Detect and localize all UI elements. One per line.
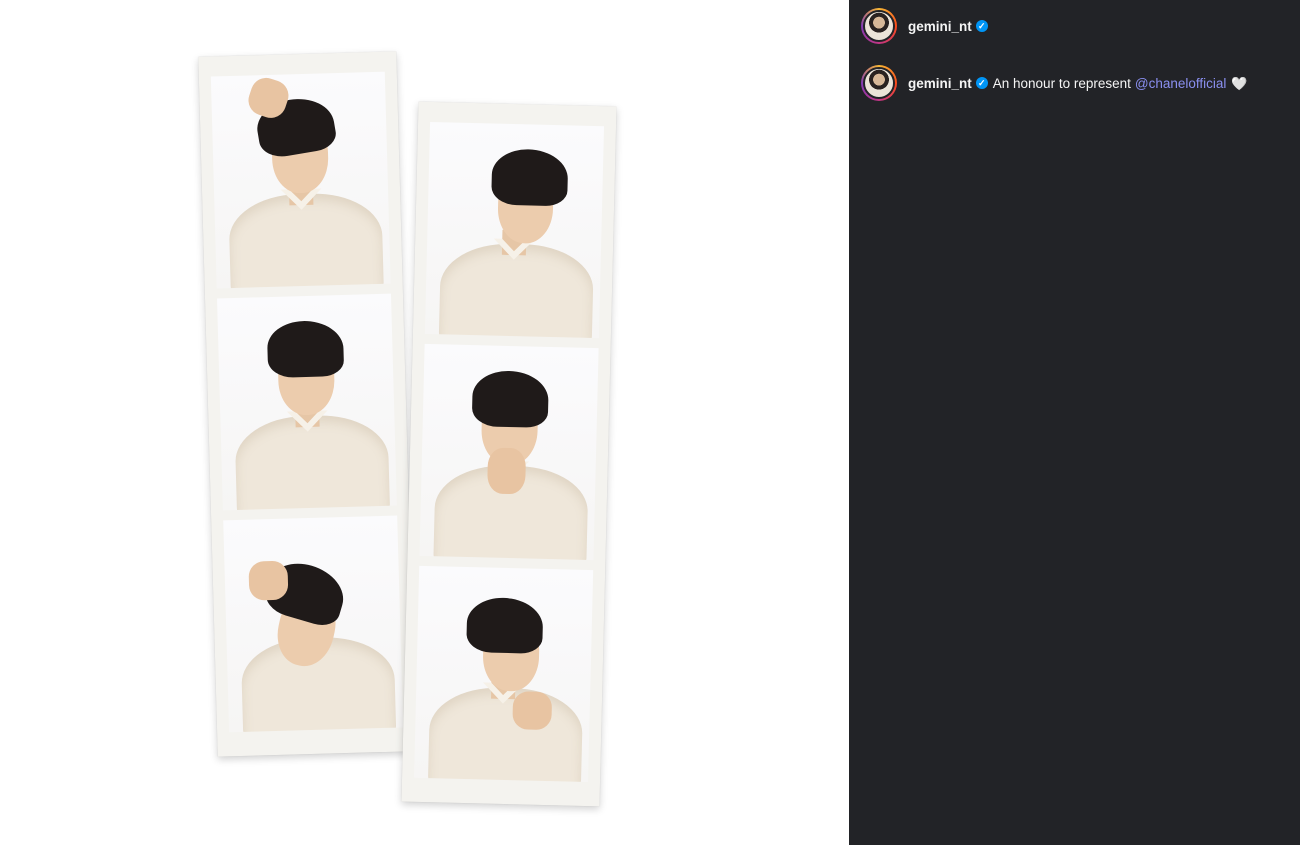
white-heart-icon: 🤍 xyxy=(1231,75,1248,91)
profile-avatar-icon xyxy=(863,10,895,42)
author-avatar[interactable] xyxy=(861,8,897,44)
photo-strip-left xyxy=(198,51,416,757)
photo-frame xyxy=(223,515,404,733)
photo-frame xyxy=(419,343,599,561)
caption-text: An honour to represent xyxy=(992,75,1131,91)
post-sidebar: gemini_nt ✓ gemini_nt ✓ An honour to rep… xyxy=(849,0,1300,845)
post-image[interactable] xyxy=(0,0,849,845)
post-header: gemini_nt ✓ xyxy=(861,8,988,44)
photo-frame xyxy=(210,71,391,289)
photo-frame xyxy=(217,293,397,511)
photo-frame xyxy=(424,121,605,339)
photo-strip-right xyxy=(401,101,617,807)
profile-avatar-icon xyxy=(863,67,895,99)
caption-author-avatar[interactable] xyxy=(861,65,897,101)
verified-badge-icon: ✓ xyxy=(975,77,988,89)
photo-frame xyxy=(414,565,594,783)
verified-badge-icon: ✓ xyxy=(975,20,988,32)
caption-comment: gemini_nt ✓ An honour to represent @chan… xyxy=(861,65,1248,101)
author-username[interactable]: gemini_nt xyxy=(908,19,972,34)
caption-username[interactable]: gemini_nt xyxy=(908,76,972,91)
caption-mention-link[interactable]: @chanelofficial xyxy=(1135,76,1227,91)
